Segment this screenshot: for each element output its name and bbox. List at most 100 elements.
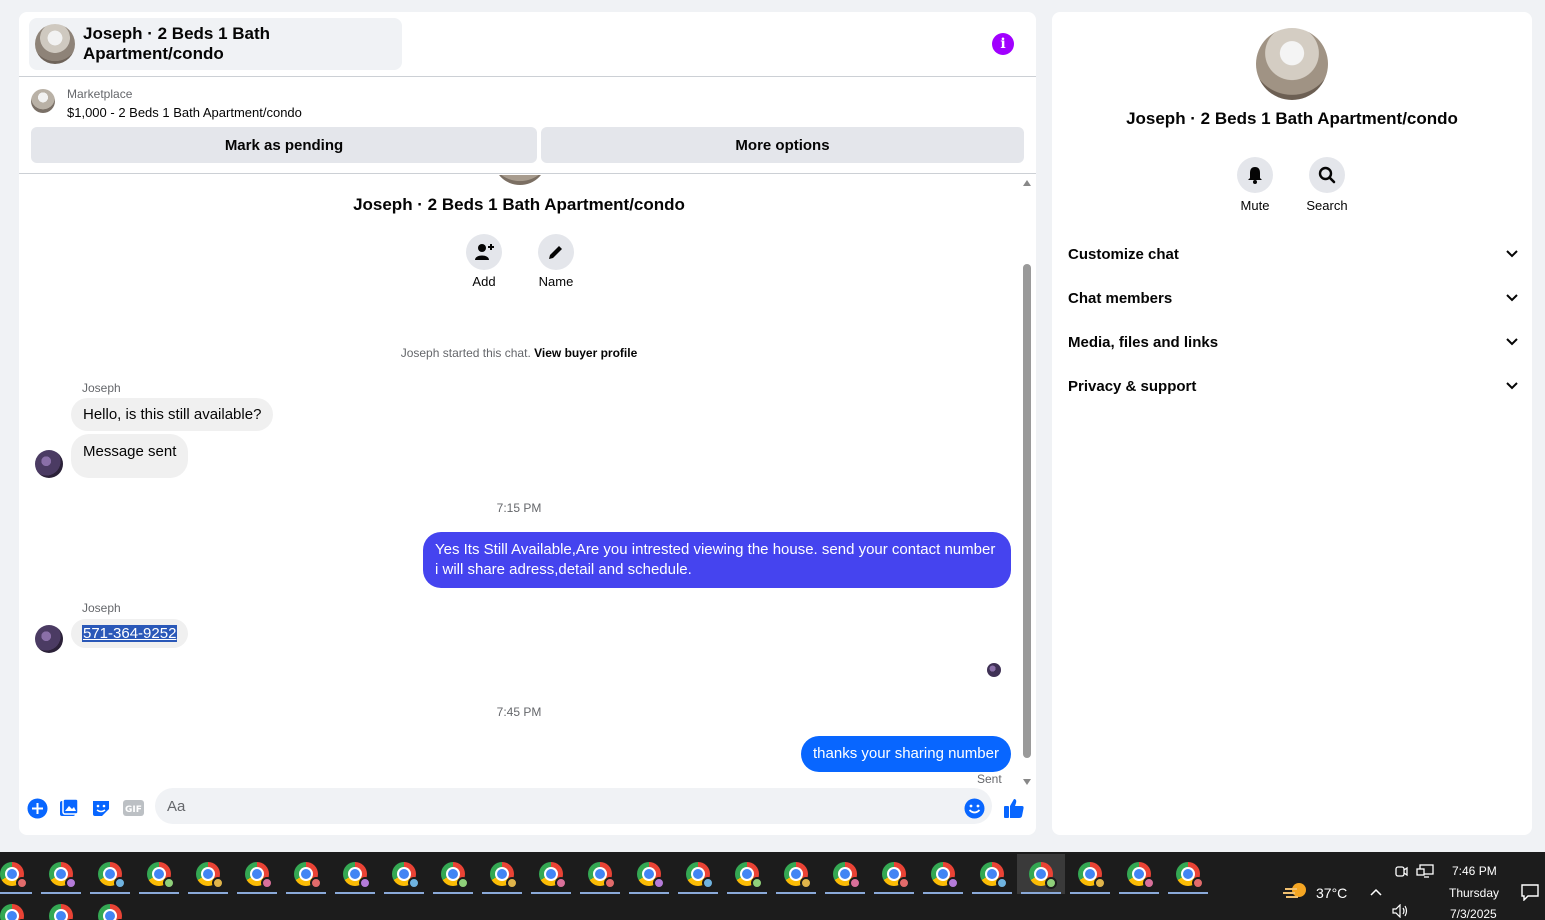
chrome-taskbar-button[interactable] [919, 854, 967, 894]
chrome-taskbar-button[interactable] [331, 854, 379, 894]
running-indicator [1021, 892, 1061, 894]
chrome-icon [1078, 862, 1106, 889]
chevron-down-icon [1506, 338, 1518, 346]
scroll-thumb[interactable] [1023, 264, 1031, 758]
running-indicator [776, 892, 816, 894]
message-list[interactable]: Joseph · 2 Beds 1 Bath Apartment/condo A… [19, 175, 1019, 785]
chat-header: Joseph · 2 Beds 1 Bath Apartment/condo i [19, 12, 1036, 77]
chrome-taskbar-button[interactable] [674, 854, 722, 894]
chevron-up-icon[interactable] [1370, 888, 1382, 896]
media-files-links-section[interactable]: Media, files and links [1068, 327, 1518, 357]
add-people-button[interactable] [466, 234, 502, 270]
chrome-taskbar-button[interactable] [86, 896, 134, 920]
thumbs-up-icon[interactable] [1003, 797, 1025, 819]
chrome-taskbar-button[interactable] [576, 854, 624, 894]
emoji-icon[interactable] [963, 797, 985, 819]
chrome-taskbar-button[interactable] [0, 854, 36, 894]
network-icon[interactable] [1416, 864, 1434, 878]
info-avatar[interactable] [1256, 28, 1328, 100]
incoming-message[interactable]: Message sent [71, 434, 189, 478]
search-icon [1318, 166, 1336, 184]
chrome-taskbar-button[interactable] [0, 896, 36, 920]
sticker-icon[interactable] [90, 797, 112, 819]
running-indicator [825, 892, 865, 894]
customize-chat-section[interactable]: Customize chat [1068, 239, 1518, 269]
seen-avatar [987, 663, 1001, 677]
chrome-taskbar-button[interactable] [429, 854, 477, 894]
chrome-taskbar-button[interactable] [723, 854, 771, 894]
chrome-icon [637, 862, 665, 889]
info-icon[interactable]: i [992, 33, 1014, 55]
clock-date[interactable]: 7/3/2025 [1450, 907, 1497, 920]
running-indicator [1119, 892, 1159, 894]
clock-time[interactable]: 7:46 PM [1452, 864, 1497, 878]
chrome-taskbar-button[interactable] [380, 854, 428, 894]
conversation-header-button[interactable]: Joseph · 2 Beds 1 Bath Apartment/condo [29, 18, 402, 70]
running-indicator [874, 892, 914, 894]
chrome-taskbar-button[interactable] [135, 854, 183, 894]
notification-icon[interactable] [1520, 883, 1540, 901]
phone-number-text[interactable]: 571-364-9252 [82, 625, 178, 642]
profile-badge-icon [1143, 877, 1155, 889]
message-scrollbar[interactable] [1021, 180, 1033, 785]
running-indicator [90, 892, 130, 894]
photo-icon[interactable] [58, 797, 80, 819]
chrome-icon [833, 862, 861, 889]
outgoing-message[interactable]: Yes Its Still Available,Are you intreste… [423, 532, 1011, 588]
view-buyer-profile-link[interactable]: View buyer profile [534, 346, 637, 360]
plus-circle-icon[interactable] [26, 797, 48, 819]
weather-icon[interactable] [1283, 881, 1309, 903]
chrome-icon [1176, 862, 1204, 889]
sender-avatar[interactable] [35, 450, 63, 478]
profile-badge-icon [996, 877, 1008, 889]
name-chat-button[interactable] [538, 234, 574, 270]
incoming-message[interactable]: 571-364-9252 [71, 619, 189, 648]
chat-members-section[interactable]: Chat members [1068, 283, 1518, 313]
profile-badge-icon [163, 877, 175, 889]
chrome-taskbar-button[interactable] [821, 854, 869, 894]
chrome-taskbar-button[interactable] [527, 854, 575, 894]
chrome-taskbar-button[interactable] [1115, 854, 1163, 894]
mute-button[interactable] [1237, 157, 1273, 193]
chrome-taskbar-button[interactable] [37, 896, 85, 920]
chrome-icon [49, 904, 77, 920]
chrome-taskbar-button[interactable] [478, 854, 526, 894]
mute-label: Mute [1240, 198, 1270, 213]
running-indicator [531, 892, 571, 894]
meet-now-icon[interactable] [1394, 864, 1408, 878]
chrome-taskbar-button[interactable] [870, 854, 918, 894]
more-options-button[interactable]: More options [541, 127, 1024, 163]
chrome-icon [980, 862, 1008, 889]
temperature-text[interactable]: 37°C [1316, 885, 1347, 901]
chrome-taskbar-button[interactable] [968, 854, 1016, 894]
clock-day[interactable]: Thursday [1449, 886, 1499, 900]
gif-icon[interactable]: GIF [122, 797, 144, 819]
incoming-message[interactable]: Hello, is this still available? [71, 398, 274, 431]
chrome-taskbar-button[interactable] [282, 854, 330, 894]
scroll-up-arrow-icon[interactable] [1023, 180, 1031, 186]
chrome-taskbar-button[interactable] [625, 854, 673, 894]
chrome-taskbar-button[interactable] [37, 854, 85, 894]
sender-name: Joseph [82, 601, 121, 615]
chrome-taskbar-button[interactable] [233, 854, 281, 894]
privacy-support-section[interactable]: Privacy & support [1068, 371, 1518, 401]
listing-title[interactable]: $1,000 - 2 Beds 1 Bath Apartment/condo [67, 105, 302, 120]
listing-thumbnail[interactable] [31, 89, 55, 113]
add-person-icon [475, 244, 494, 260]
chrome-taskbar-button[interactable] [1164, 854, 1212, 894]
chrome-icon [343, 862, 371, 889]
sender-avatar[interactable] [35, 625, 63, 653]
chrome-taskbar-button[interactable] [1017, 854, 1065, 894]
message-input[interactable] [155, 788, 992, 824]
mark-as-pending-button[interactable]: Mark as pending [31, 127, 537, 163]
chrome-taskbar-button[interactable] [184, 854, 232, 894]
outgoing-message[interactable]: thanks your sharing number [801, 736, 1011, 772]
info-name: Joseph · 2 Beds 1 Bath Apartment/condo [1126, 109, 1458, 128]
chrome-taskbar-button[interactable] [772, 854, 820, 894]
volume-icon[interactable] [1392, 904, 1410, 918]
chrome-taskbar-button[interactable] [86, 854, 134, 894]
name-label: Name [538, 274, 574, 289]
search-button[interactable] [1309, 157, 1345, 193]
chrome-taskbar-button[interactable] [1066, 854, 1114, 894]
section-label: Privacy & support [1068, 377, 1197, 395]
